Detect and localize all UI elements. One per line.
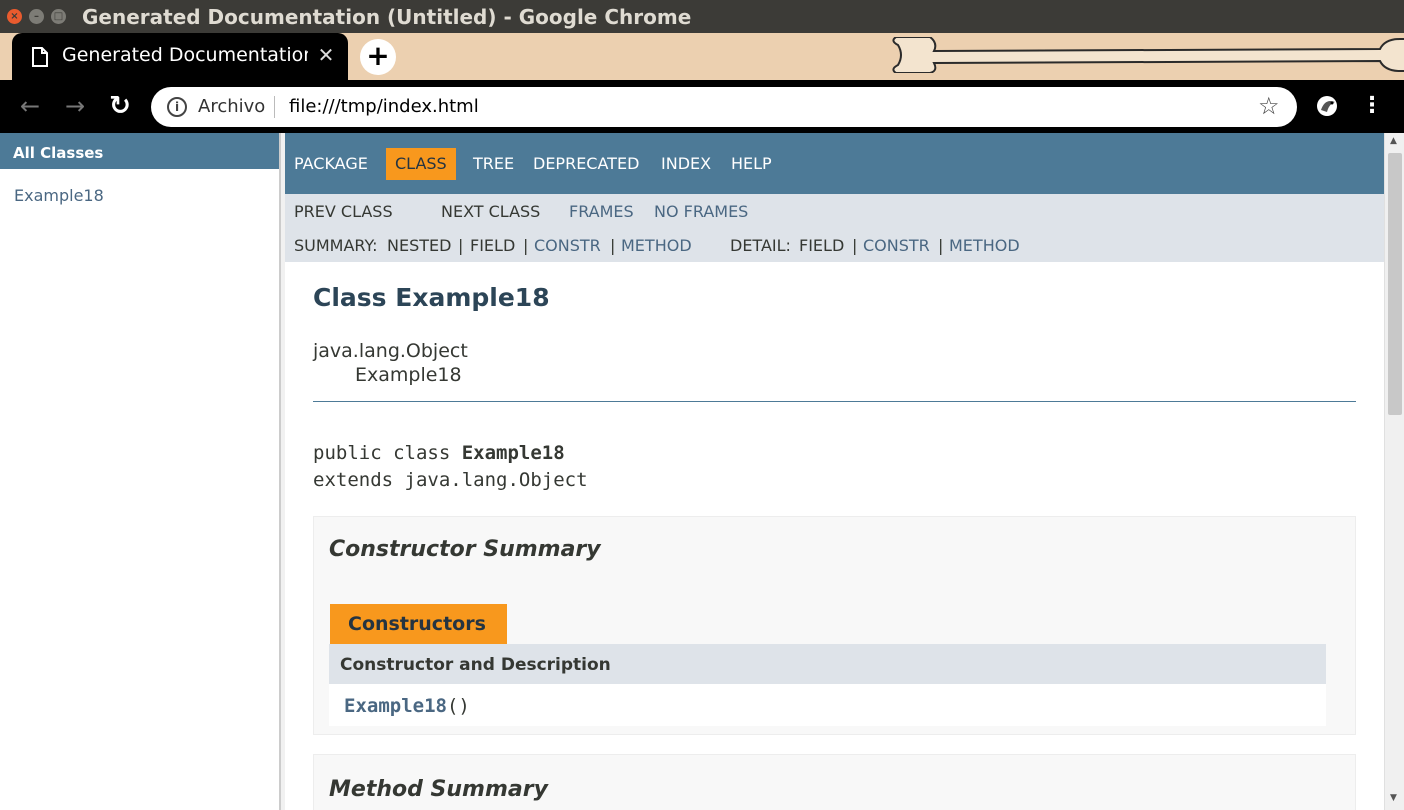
top-navigation-bar: PACKAGE CLASS TREE DEPRECATED INDEX HELP bbox=[285, 133, 1384, 194]
separator: | bbox=[852, 236, 858, 255]
class-declaration: public class Example18 bbox=[313, 442, 565, 464]
constructor-summary-heading: Constructor Summary bbox=[329, 537, 601, 562]
summary-nested: NESTED bbox=[387, 236, 452, 255]
class-frame: PACKAGE CLASS TREE DEPRECATED INDEX HELP… bbox=[285, 133, 1384, 810]
summary-constr-link[interactable]: CONSTR bbox=[534, 236, 601, 255]
extension-icon[interactable] bbox=[1315, 94, 1341, 118]
bookmark-star-icon[interactable]: ☆ bbox=[1258, 92, 1280, 120]
nav-index[interactable]: INDEX bbox=[661, 154, 711, 173]
back-button[interactable]: ← bbox=[17, 93, 43, 119]
address-bar[interactable]: i Archivo file:///tmp/index.html ☆ bbox=[151, 87, 1297, 127]
window-close-button[interactable]: × bbox=[7, 9, 22, 24]
reload-button[interactable]: ↻ bbox=[107, 93, 133, 119]
inheritance-parent: java.lang.Object bbox=[313, 340, 468, 362]
theme-bone-decoration bbox=[892, 37, 1404, 73]
frames-link[interactable]: FRAMES bbox=[569, 202, 634, 221]
class-list-item-example18[interactable]: Example18 bbox=[14, 186, 104, 205]
all-classes-header: All Classes bbox=[0, 133, 279, 169]
vertical-scrollbar[interactable]: ▲ ▼ bbox=[1384, 133, 1404, 810]
window-minimize-button[interactable]: – bbox=[29, 9, 44, 24]
inheritance-child: Example18 bbox=[355, 364, 462, 386]
method-summary-section: Method Summary bbox=[313, 754, 1356, 810]
constructor-params: () bbox=[446, 695, 470, 717]
nav-tree[interactable]: TREE bbox=[473, 154, 514, 173]
window-maximize-button[interactable]: □ bbox=[51, 9, 66, 24]
detail-method-link[interactable]: METHOD bbox=[949, 236, 1020, 255]
scroll-thumb[interactable] bbox=[1388, 153, 1402, 415]
constructor-link-example18[interactable]: Example18 bbox=[344, 695, 447, 717]
sub-navigation-bar: PREV CLASS NEXT CLASS FRAMES NO FRAMES S… bbox=[285, 194, 1384, 262]
minimize-icon: – bbox=[34, 11, 39, 22]
browser-toolbar: ← → ↻ i Archivo file:///tmp/index.html ☆ bbox=[0, 80, 1404, 133]
summary-label: SUMMARY: bbox=[294, 236, 378, 255]
tab-close-button[interactable]: ✕ bbox=[315, 43, 337, 67]
separator: | bbox=[458, 236, 464, 255]
tab-generated-documentation[interactable]: Generated Documentation (Untitled) ✕ bbox=[12, 33, 348, 80]
detail-field: FIELD bbox=[799, 236, 845, 255]
divider-line bbox=[313, 401, 1356, 402]
detail-label: DETAIL: bbox=[730, 236, 791, 255]
table-row: Example18() bbox=[329, 684, 1326, 726]
detail-constr-link[interactable]: CONSTR bbox=[863, 236, 930, 255]
no-frames-link[interactable]: NO FRAMES bbox=[654, 202, 748, 221]
maximize-icon: □ bbox=[53, 11, 64, 22]
declaration-class-name: Example18 bbox=[461, 442, 565, 464]
close-icon: × bbox=[10, 11, 19, 22]
separator: | bbox=[523, 236, 529, 255]
origin-chip[interactable]: Archivo bbox=[198, 96, 265, 117]
nav-package[interactable]: PACKAGE bbox=[294, 154, 368, 173]
constructor-summary-section: Constructor Summary Constructors Constru… bbox=[313, 516, 1356, 735]
next-class-label: NEXT CLASS bbox=[441, 202, 541, 221]
nav-help[interactable]: HELP bbox=[731, 154, 772, 173]
separator: | bbox=[938, 236, 944, 255]
scroll-up-arrow-icon[interactable]: ▲ bbox=[1390, 136, 1397, 146]
separator: | bbox=[610, 236, 616, 255]
page-title: Class Example18 bbox=[313, 283, 550, 312]
info-icon[interactable]: i bbox=[167, 97, 187, 117]
class-extends: extends java.lang.Object bbox=[313, 469, 588, 491]
nav-deprecated[interactable]: DEPRECATED bbox=[533, 154, 639, 173]
all-classes-frame: All Classes Example18 bbox=[0, 133, 280, 810]
tab-title: Generated Documentation (Untitled) bbox=[62, 44, 308, 66]
nav-class: CLASS bbox=[386, 148, 456, 180]
address-bar-divider bbox=[274, 96, 275, 118]
window-title-bar: × – □ Generated Documentation (Untitled)… bbox=[0, 0, 1404, 33]
url-text[interactable]: file:///tmp/index.html bbox=[289, 96, 479, 117]
scroll-down-arrow-icon[interactable]: ▼ bbox=[1390, 793, 1397, 803]
forward-button[interactable]: → bbox=[62, 93, 88, 119]
method-summary-heading: Method Summary bbox=[329, 777, 548, 802]
summary-method-link[interactable]: METHOD bbox=[621, 236, 692, 255]
table-column-header: Constructor and Description bbox=[329, 644, 1326, 684]
window-title: Generated Documentation (Untitled) - Goo… bbox=[82, 5, 692, 29]
tab-strip: Generated Documentation (Untitled) ✕ + bbox=[0, 33, 1404, 80]
declaration-prefix: public class bbox=[313, 442, 462, 464]
browser-menu-button[interactable]: ⋮ bbox=[1361, 93, 1383, 119]
document-icon bbox=[32, 47, 48, 67]
constructors-caption: Constructors bbox=[330, 604, 507, 645]
summary-field: FIELD bbox=[470, 236, 516, 255]
new-tab-button[interactable]: + bbox=[360, 39, 396, 75]
prev-class-label: PREV CLASS bbox=[294, 202, 393, 221]
